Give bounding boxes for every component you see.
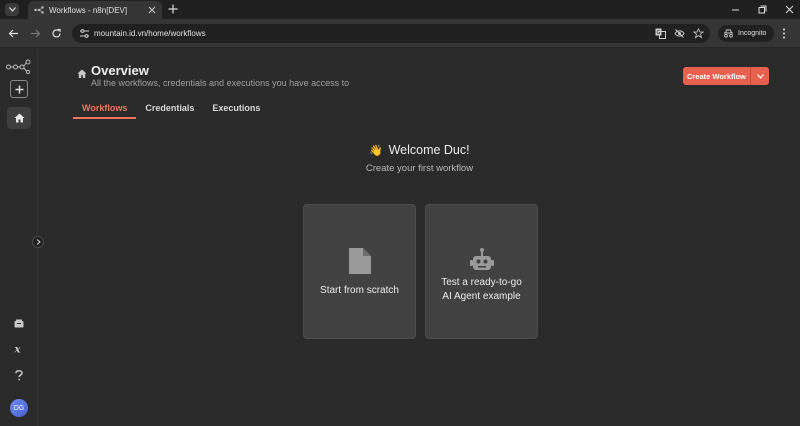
ai-agent-example-card[interactable]: Test a ready-to-go AI Agent example xyxy=(425,204,538,339)
card-label-line2: AI Agent example xyxy=(442,291,521,302)
browser-tab[interactable]: Workflows - n8n[DEV] xyxy=(28,1,162,19)
svg-text:x: x xyxy=(14,345,22,355)
home-icon xyxy=(14,113,24,123)
close-icon[interactable] xyxy=(148,6,156,14)
welcome-heading: 👋 Welcome Duc! xyxy=(39,143,800,157)
browser-tab-strip: Workflows - n8n[DEV] xyxy=(0,0,800,19)
home-icon xyxy=(77,69,87,78)
card-label: Start from scratch xyxy=(320,285,399,296)
restore-icon[interactable] xyxy=(758,5,767,14)
sidebar-item-templates[interactable] xyxy=(9,315,29,331)
tab-executions[interactable]: Executions xyxy=(203,102,269,119)
start-from-scratch-card[interactable]: Start from scratch xyxy=(303,204,416,339)
address-bar[interactable]: mountain.id.vn/home/workflows G xyxy=(72,24,710,43)
minimize-icon[interactable] xyxy=(731,5,740,14)
question-icon xyxy=(15,369,23,380)
tab-credentials[interactable]: Credentials xyxy=(136,102,203,119)
sidebar-item-help[interactable] xyxy=(9,367,29,383)
n8n-favicon-icon xyxy=(34,6,44,14)
main-content: Overview All the workflows, credentials … xyxy=(39,49,800,426)
incognito-label: Incognito xyxy=(738,30,767,37)
page-title: Overview xyxy=(91,63,149,78)
sidebar-collapse-button[interactable] xyxy=(32,236,44,248)
create-workflow-dropdown[interactable] xyxy=(751,67,769,85)
tab-title: Workflows - n8n[DEV] xyxy=(49,5,128,15)
add-button[interactable] xyxy=(10,80,28,98)
card-label-line1: Test a ready-to-go xyxy=(441,277,522,288)
chevron-right-icon xyxy=(36,239,41,245)
templates-icon xyxy=(14,319,24,327)
window-close-icon[interactable] xyxy=(785,5,794,14)
file-icon xyxy=(349,248,371,274)
translate-icon[interactable]: G xyxy=(655,28,666,39)
sidebar-item-overview[interactable] xyxy=(7,107,31,129)
browser-toolbar: mountain.id.vn/home/workflows G Incognit… xyxy=(0,19,800,48)
tab-workflows[interactable]: Workflows xyxy=(73,102,137,119)
chevron-down-icon xyxy=(756,73,764,79)
plus-icon xyxy=(15,85,23,93)
robot-icon xyxy=(470,248,494,270)
overview-tabs: Workflows Credentials Executions xyxy=(73,102,269,120)
eye-off-icon[interactable] xyxy=(674,28,685,39)
variables-icon: x xyxy=(14,345,22,355)
avatar[interactable]: DG xyxy=(10,399,28,417)
url-text: mountain.id.vn/home/workflows xyxy=(94,29,206,38)
tab-search-button[interactable] xyxy=(5,3,19,16)
forward-arrow-icon[interactable] xyxy=(30,28,41,39)
star-icon[interactable] xyxy=(693,28,704,39)
create-workflow-button[interactable]: Create Workflow xyxy=(683,67,751,85)
page-subtitle: All the workflows, credentials and execu… xyxy=(91,78,350,88)
chevron-down-icon xyxy=(8,7,16,12)
n8n-logo-icon[interactable] xyxy=(6,59,31,74)
waving-hand-icon: 👋 xyxy=(369,145,384,157)
welcome-title: Welcome Duc! xyxy=(388,143,470,157)
back-arrow-icon[interactable] xyxy=(8,28,19,39)
more-vert-icon[interactable] xyxy=(782,28,786,39)
create-workflow-button-group: Create Workflow xyxy=(683,67,769,85)
incognito-indicator[interactable]: Incognito xyxy=(718,25,774,42)
site-settings-icon[interactable] xyxy=(79,28,90,39)
sidebar-item-variables[interactable]: x xyxy=(9,341,29,357)
new-tab-icon[interactable] xyxy=(168,4,178,14)
welcome-subtitle: Create your first workflow xyxy=(365,163,474,174)
reload-icon[interactable] xyxy=(51,28,62,39)
svg-text:G: G xyxy=(657,30,661,36)
incognito-icon xyxy=(724,29,733,38)
